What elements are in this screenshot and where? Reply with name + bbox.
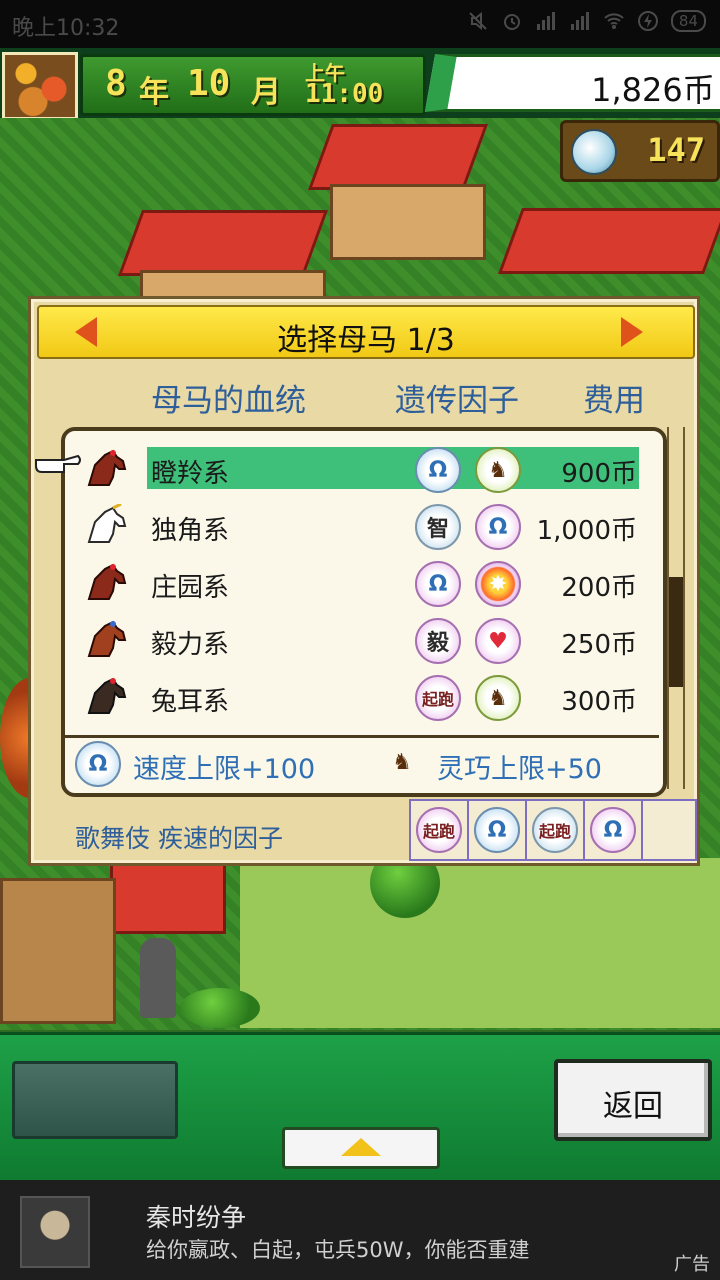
bloodline-cost: 300币 xyxy=(561,687,637,717)
list-item[interactable]: 庄园系 Ω ✸ 200币 xyxy=(65,561,663,615)
speed-factor-icon: Ω xyxy=(75,741,121,787)
agility-factor-icon: ♞ xyxy=(392,749,412,775)
horse-icon xyxy=(87,449,127,486)
medal-icon xyxy=(571,129,617,175)
speed-factor-icon: Ω xyxy=(415,561,461,607)
wifi-icon xyxy=(604,13,624,29)
bloodline-name: 庄园系 xyxy=(151,573,230,603)
ad-banner[interactable]: 秦时纷争 给你嬴政、白起，屯兵50W，你能否重建 广告 xyxy=(0,1180,720,1280)
bloodline-cost: 200币 xyxy=(561,573,637,603)
money-display: 1,826币 xyxy=(424,54,720,112)
list-item[interactable]: 兔耳系 起跑 ♞ 300币 xyxy=(65,675,663,729)
alarm-icon xyxy=(503,14,520,30)
year-value: 8 xyxy=(105,63,127,104)
start-factor-icon: 起跑 xyxy=(532,807,578,853)
list-item[interactable]: 瞪羚系 Ω ♞ 900币 xyxy=(65,447,663,501)
sire-factor-text: 歌舞伎 疾速的因子 xyxy=(75,824,283,853)
up-arrow-icon xyxy=(341,1138,381,1156)
expand-button[interactable] xyxy=(282,1127,440,1169)
medal-value: 147 xyxy=(647,131,705,169)
back-button-label: 返回 xyxy=(603,1089,663,1124)
stamina-factor-icon: 毅 xyxy=(415,618,461,664)
list-scrollbar[interactable] xyxy=(667,427,685,789)
money-value: 1,826币 xyxy=(591,71,716,109)
clock-value: 11:00 xyxy=(305,79,384,109)
bottom-control-panel: 返回 xyxy=(0,1032,720,1183)
bloodline-name: 瞪羚系 xyxy=(151,459,230,489)
bloodline-name: 独角系 xyxy=(151,516,230,546)
col-header-cost: 费用 xyxy=(583,383,645,419)
factor-slot: 起跑 xyxy=(527,801,585,859)
dialog-title-bar: 选择母马 1/3 xyxy=(37,305,695,359)
bloodline-name: 兔耳系 xyxy=(151,687,230,717)
status-icons: 84 xyxy=(467,10,706,32)
date-display: 8 年 10 月 上午 11:00 xyxy=(80,54,426,116)
status-time: 晚上10:32 xyxy=(12,16,120,41)
bush xyxy=(180,988,260,1028)
factor-slot: Ω xyxy=(469,801,527,859)
mare-select-dialog: 选择母马 1/3 母马的血统 遗传因子 费用 瞪羚系 Ω ♞ 900币 独角系 … xyxy=(28,296,700,866)
start-factor-icon: 起跑 xyxy=(416,807,462,853)
agility-bonus-text: 灵巧上限+50 xyxy=(437,754,602,785)
month-unit: 月 xyxy=(251,75,281,110)
bloodline-cost: 1,000币 xyxy=(536,516,637,546)
horse-icon xyxy=(87,620,127,657)
speed-factor-icon: Ω xyxy=(590,807,636,853)
bloodline-cost: 250币 xyxy=(561,630,637,660)
horse-icon xyxy=(87,563,127,600)
horse-icon xyxy=(87,677,127,714)
ad-image xyxy=(20,1196,90,1268)
field-path xyxy=(240,858,720,1028)
next-page-arrow-icon[interactable] xyxy=(621,317,643,347)
sire-factor-strip: 起跑 Ω 起跑 Ω xyxy=(409,799,697,861)
bloodline-cost: 900币 xyxy=(561,459,637,489)
year-unit: 年 xyxy=(139,75,169,110)
stable-roof xyxy=(307,124,489,190)
month-value: 10 xyxy=(187,63,231,104)
intelligence-factor-icon: 智 xyxy=(415,504,461,550)
agility-factor-icon: ♞ xyxy=(475,447,521,493)
unicorn-icon xyxy=(87,504,127,543)
signal-icon xyxy=(536,12,555,30)
stable-roof-3 xyxy=(117,210,329,276)
agility-factor-icon: ♞ xyxy=(475,675,521,721)
character-sprite xyxy=(140,938,176,1018)
charging-icon xyxy=(637,11,658,31)
divider xyxy=(61,735,659,738)
stable-wall xyxy=(330,184,486,260)
factor-detail-row: Ω 速度上限+100 ♞ 灵巧上限+50 xyxy=(61,735,659,789)
speed-bonus-text: 速度上限+100 xyxy=(133,754,316,785)
list-item[interactable]: 毅力系 毅 ♥ 250币 xyxy=(65,618,663,672)
mute-icon xyxy=(469,11,487,31)
col-header-bloodline: 母马的血统 xyxy=(151,383,306,419)
speed-factor-icon: Ω xyxy=(474,807,520,853)
ad-description: 给你嬴政、白起，屯兵50W，你能否重建 xyxy=(146,1238,530,1262)
list-item[interactable]: 独角系 智 Ω 1,000币 xyxy=(65,504,663,558)
battery-indicator: 84 xyxy=(670,10,706,32)
signal-icon-2 xyxy=(570,12,589,30)
start-factor-icon: 起跑 xyxy=(415,675,461,721)
medal-counter: 147 xyxy=(560,120,720,182)
back-button[interactable]: 返回 xyxy=(554,1059,712,1141)
bloodline-name: 毅力系 xyxy=(151,630,230,660)
factor-slot: 起跑 xyxy=(411,801,469,859)
ad-tag: 广告 xyxy=(674,1254,710,1275)
info-box xyxy=(12,1061,178,1139)
factor-slot: Ω xyxy=(585,801,643,859)
ad-title: 秦时纷争 xyxy=(146,1203,247,1232)
scrollbar-thumb[interactable] xyxy=(669,577,683,687)
col-header-factor: 遗传因子 xyxy=(395,383,519,419)
season-portrait[interactable] xyxy=(2,52,78,120)
stable-roof-2 xyxy=(497,208,720,274)
factor-slot-empty xyxy=(643,801,695,859)
speed-factor-icon: Ω xyxy=(415,447,461,493)
speed-factor-icon: Ω xyxy=(475,504,521,550)
dialog-title: 选择母马 1/3 xyxy=(277,323,455,358)
status-bar: 晚上10:32 84 xyxy=(0,0,720,48)
heart-factor-icon: ♥ xyxy=(475,618,521,664)
pointing-hand-icon xyxy=(35,454,81,473)
shop-building xyxy=(0,878,116,1024)
burst-factor-icon: ✸ xyxy=(475,561,521,607)
